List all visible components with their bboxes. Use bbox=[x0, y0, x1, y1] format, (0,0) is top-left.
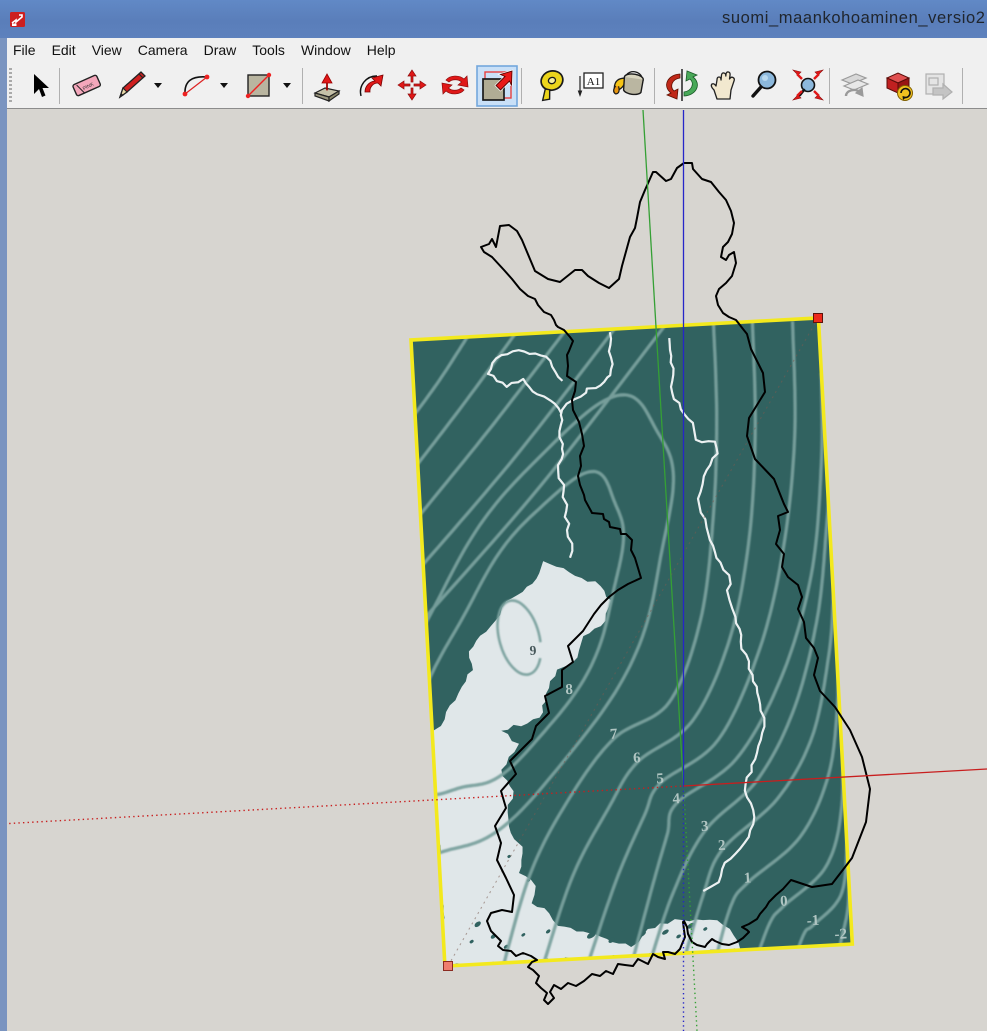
svg-text:7: 7 bbox=[609, 726, 618, 742]
svg-text:2: 2 bbox=[718, 838, 726, 854]
svg-text:4: 4 bbox=[672, 791, 681, 807]
svg-text:8: 8 bbox=[565, 682, 573, 698]
svg-text:-1: -1 bbox=[806, 913, 819, 930]
svg-text:1: 1 bbox=[743, 870, 751, 886]
svg-text:-2: -2 bbox=[834, 926, 847, 943]
svg-text:5: 5 bbox=[656, 771, 664, 787]
svg-text:3: 3 bbox=[701, 819, 709, 835]
svg-text:A1: A1 bbox=[587, 76, 600, 88]
svg-text:9: 9 bbox=[529, 643, 537, 658]
svg-text:6: 6 bbox=[633, 750, 642, 766]
svg-text:0: 0 bbox=[780, 893, 788, 909]
